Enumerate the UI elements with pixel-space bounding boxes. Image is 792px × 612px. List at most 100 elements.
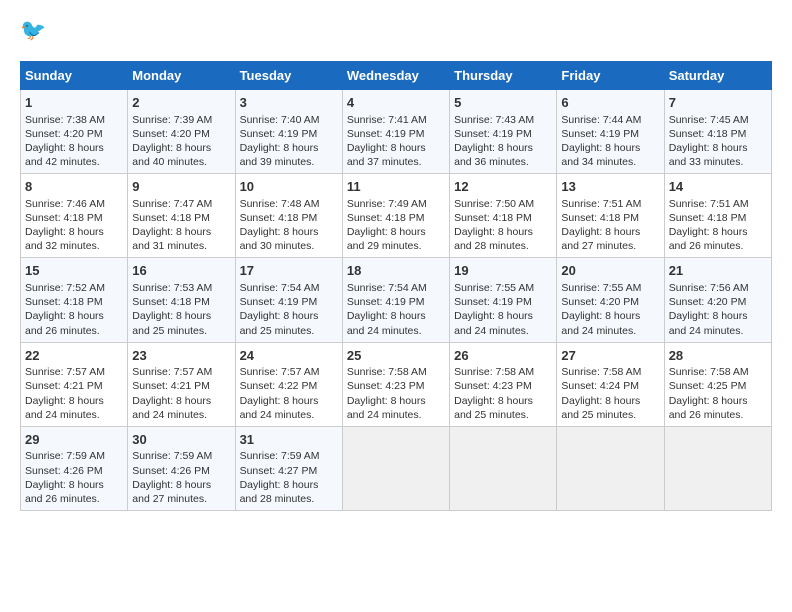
day-info: Sunrise: 7:52 AM Sunset: 4:18 PM Dayligh…	[25, 281, 123, 338]
day-number: 23	[132, 347, 230, 365]
calendar-cell: 29Sunrise: 7:59 AM Sunset: 4:26 PM Dayli…	[21, 426, 128, 510]
calendar-cell: 26Sunrise: 7:58 AM Sunset: 4:23 PM Dayli…	[450, 342, 557, 426]
calendar-cell: 1Sunrise: 7:38 AM Sunset: 4:20 PM Daylig…	[21, 90, 128, 174]
calendar-cell	[664, 426, 771, 510]
calendar-cell: 16Sunrise: 7:53 AM Sunset: 4:18 PM Dayli…	[128, 258, 235, 342]
day-number: 5	[454, 94, 552, 112]
day-number: 8	[25, 178, 123, 196]
day-info: Sunrise: 7:57 AM Sunset: 4:22 PM Dayligh…	[240, 365, 338, 422]
day-info: Sunrise: 7:58 AM Sunset: 4:23 PM Dayligh…	[454, 365, 552, 422]
day-number: 11	[347, 178, 445, 196]
calendar-cell: 20Sunrise: 7:55 AM Sunset: 4:20 PM Dayli…	[557, 258, 664, 342]
calendar-cell: 8Sunrise: 7:46 AM Sunset: 4:18 PM Daylig…	[21, 174, 128, 258]
day-number: 28	[669, 347, 767, 365]
calendar-cell: 4Sunrise: 7:41 AM Sunset: 4:19 PM Daylig…	[342, 90, 449, 174]
day-info: Sunrise: 7:41 AM Sunset: 4:19 PM Dayligh…	[347, 113, 445, 170]
header-cell-monday: Monday	[128, 62, 235, 90]
calendar-body: 1Sunrise: 7:38 AM Sunset: 4:20 PM Daylig…	[21, 90, 772, 511]
calendar-cell: 31Sunrise: 7:59 AM Sunset: 4:27 PM Dayli…	[235, 426, 342, 510]
day-number: 26	[454, 347, 552, 365]
calendar-cell: 30Sunrise: 7:59 AM Sunset: 4:26 PM Dayli…	[128, 426, 235, 510]
day-info: Sunrise: 7:54 AM Sunset: 4:19 PM Dayligh…	[347, 281, 445, 338]
logo-bird-icon: 🐦	[20, 16, 50, 46]
day-number: 29	[25, 431, 123, 449]
header-cell-thursday: Thursday	[450, 62, 557, 90]
calendar-week-row: 29Sunrise: 7:59 AM Sunset: 4:26 PM Dayli…	[21, 426, 772, 510]
calendar-header-row: SundayMondayTuesdayWednesdayThursdayFrid…	[21, 62, 772, 90]
calendar-cell: 24Sunrise: 7:57 AM Sunset: 4:22 PM Dayli…	[235, 342, 342, 426]
header: 🐦	[20, 16, 772, 51]
day-info: Sunrise: 7:43 AM Sunset: 4:19 PM Dayligh…	[454, 113, 552, 170]
day-number: 3	[240, 94, 338, 112]
day-number: 27	[561, 347, 659, 365]
day-info: Sunrise: 7:44 AM Sunset: 4:19 PM Dayligh…	[561, 113, 659, 170]
day-number: 17	[240, 262, 338, 280]
calendar-cell: 21Sunrise: 7:56 AM Sunset: 4:20 PM Dayli…	[664, 258, 771, 342]
calendar-cell: 13Sunrise: 7:51 AM Sunset: 4:18 PM Dayli…	[557, 174, 664, 258]
day-number: 18	[347, 262, 445, 280]
day-number: 24	[240, 347, 338, 365]
day-number: 15	[25, 262, 123, 280]
header-cell-wednesday: Wednesday	[342, 62, 449, 90]
calendar-cell: 23Sunrise: 7:57 AM Sunset: 4:21 PM Dayli…	[128, 342, 235, 426]
logo: 🐦	[20, 16, 52, 51]
calendar-cell: 19Sunrise: 7:55 AM Sunset: 4:19 PM Dayli…	[450, 258, 557, 342]
calendar-cell: 14Sunrise: 7:51 AM Sunset: 4:18 PM Dayli…	[664, 174, 771, 258]
day-info: Sunrise: 7:59 AM Sunset: 4:26 PM Dayligh…	[25, 449, 123, 506]
calendar-cell: 11Sunrise: 7:49 AM Sunset: 4:18 PM Dayli…	[342, 174, 449, 258]
day-info: Sunrise: 7:55 AM Sunset: 4:19 PM Dayligh…	[454, 281, 552, 338]
calendar-cell: 10Sunrise: 7:48 AM Sunset: 4:18 PM Dayli…	[235, 174, 342, 258]
day-number: 16	[132, 262, 230, 280]
day-info: Sunrise: 7:59 AM Sunset: 4:27 PM Dayligh…	[240, 449, 338, 506]
calendar-week-row: 15Sunrise: 7:52 AM Sunset: 4:18 PM Dayli…	[21, 258, 772, 342]
day-info: Sunrise: 7:49 AM Sunset: 4:18 PM Dayligh…	[347, 197, 445, 254]
header-cell-tuesday: Tuesday	[235, 62, 342, 90]
calendar-cell: 18Sunrise: 7:54 AM Sunset: 4:19 PM Dayli…	[342, 258, 449, 342]
day-info: Sunrise: 7:46 AM Sunset: 4:18 PM Dayligh…	[25, 197, 123, 254]
day-info: Sunrise: 7:57 AM Sunset: 4:21 PM Dayligh…	[25, 365, 123, 422]
calendar-cell: 2Sunrise: 7:39 AM Sunset: 4:20 PM Daylig…	[128, 90, 235, 174]
day-number: 1	[25, 94, 123, 112]
day-info: Sunrise: 7:45 AM Sunset: 4:18 PM Dayligh…	[669, 113, 767, 170]
svg-text:🐦: 🐦	[20, 19, 46, 42]
calendar-cell	[557, 426, 664, 510]
day-info: Sunrise: 7:51 AM Sunset: 4:18 PM Dayligh…	[561, 197, 659, 254]
day-info: Sunrise: 7:53 AM Sunset: 4:18 PM Dayligh…	[132, 281, 230, 338]
day-number: 6	[561, 94, 659, 112]
day-info: Sunrise: 7:58 AM Sunset: 4:25 PM Dayligh…	[669, 365, 767, 422]
day-info: Sunrise: 7:40 AM Sunset: 4:19 PM Dayligh…	[240, 113, 338, 170]
header-cell-saturday: Saturday	[664, 62, 771, 90]
calendar-cell: 28Sunrise: 7:58 AM Sunset: 4:25 PM Dayli…	[664, 342, 771, 426]
day-number: 20	[561, 262, 659, 280]
day-info: Sunrise: 7:58 AM Sunset: 4:23 PM Dayligh…	[347, 365, 445, 422]
calendar-cell	[450, 426, 557, 510]
day-number: 31	[240, 431, 338, 449]
calendar-cell: 15Sunrise: 7:52 AM Sunset: 4:18 PM Dayli…	[21, 258, 128, 342]
calendar-cell: 17Sunrise: 7:54 AM Sunset: 4:19 PM Dayli…	[235, 258, 342, 342]
day-number: 4	[347, 94, 445, 112]
day-number: 13	[561, 178, 659, 196]
day-number: 30	[132, 431, 230, 449]
day-info: Sunrise: 7:58 AM Sunset: 4:24 PM Dayligh…	[561, 365, 659, 422]
day-info: Sunrise: 7:50 AM Sunset: 4:18 PM Dayligh…	[454, 197, 552, 254]
calendar-week-row: 1Sunrise: 7:38 AM Sunset: 4:20 PM Daylig…	[21, 90, 772, 174]
day-number: 9	[132, 178, 230, 196]
day-info: Sunrise: 7:54 AM Sunset: 4:19 PM Dayligh…	[240, 281, 338, 338]
calendar-cell: 27Sunrise: 7:58 AM Sunset: 4:24 PM Dayli…	[557, 342, 664, 426]
day-number: 21	[669, 262, 767, 280]
calendar-cell: 12Sunrise: 7:50 AM Sunset: 4:18 PM Dayli…	[450, 174, 557, 258]
page-container: 🐦 SundayMondayTuesdayWednesdayThursdayFr…	[0, 0, 792, 521]
calendar-week-row: 22Sunrise: 7:57 AM Sunset: 4:21 PM Dayli…	[21, 342, 772, 426]
calendar-cell	[342, 426, 449, 510]
day-info: Sunrise: 7:48 AM Sunset: 4:18 PM Dayligh…	[240, 197, 338, 254]
day-number: 10	[240, 178, 338, 196]
day-info: Sunrise: 7:56 AM Sunset: 4:20 PM Dayligh…	[669, 281, 767, 338]
day-number: 14	[669, 178, 767, 196]
day-info: Sunrise: 7:47 AM Sunset: 4:18 PM Dayligh…	[132, 197, 230, 254]
header-cell-friday: Friday	[557, 62, 664, 90]
calendar-cell: 5Sunrise: 7:43 AM Sunset: 4:19 PM Daylig…	[450, 90, 557, 174]
calendar-cell: 25Sunrise: 7:58 AM Sunset: 4:23 PM Dayli…	[342, 342, 449, 426]
day-number: 2	[132, 94, 230, 112]
day-info: Sunrise: 7:38 AM Sunset: 4:20 PM Dayligh…	[25, 113, 123, 170]
day-number: 12	[454, 178, 552, 196]
